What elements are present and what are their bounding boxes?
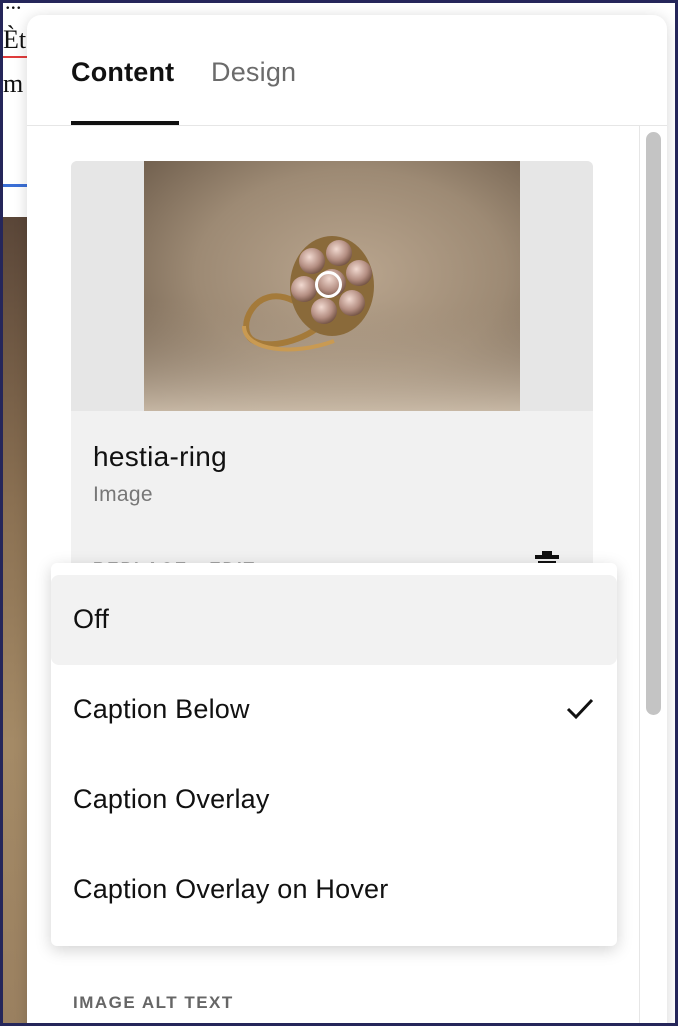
background-selection-line (3, 184, 27, 187)
checkmark-icon (566, 698, 594, 720)
option-caption-overlay-on-hover[interactable]: Caption Overlay on Hover (51, 845, 617, 935)
tab-content[interactable]: Content (71, 57, 174, 88)
option-caption-below[interactable]: Caption Below (51, 665, 617, 755)
option-off[interactable]: Off (51, 575, 617, 665)
block-editor-panel: Content Design hestia-ring Image IMAGE A… (27, 15, 667, 1023)
tab-bar: Content Design (27, 15, 667, 126)
focal-point-handle[interactable] (315, 271, 342, 298)
option-label: Caption Overlay on Hover (73, 874, 389, 904)
image-type-label: Image (93, 483, 153, 506)
background-text-fragment: ... (5, 3, 22, 15)
image-card: hestia-ring Image REPLACE · EDIT (71, 161, 593, 591)
image-title: hestia-ring (93, 441, 228, 472)
image-preview-area[interactable] (71, 161, 593, 411)
background-text-fragment-2: m (3, 69, 24, 98)
option-label: Caption Below (73, 694, 250, 724)
tab-design[interactable]: Design (211, 57, 296, 88)
active-tab-indicator (71, 121, 179, 125)
caption-options-dropdown: Off Caption Below Caption Overlay Captio… (51, 563, 617, 946)
option-label: Off (73, 604, 110, 634)
option-label: Caption Overlay (73, 784, 270, 814)
scrollbar-track (639, 126, 640, 1023)
screen: ... Ète m Content Design (3, 3, 675, 1023)
image-alt-text-label: IMAGE ALT TEXT (73, 993, 234, 1012)
background-underline (3, 56, 27, 58)
option-caption-overlay[interactable]: Caption Overlay (51, 755, 617, 845)
scrollbar-thumb[interactable] (646, 132, 661, 715)
